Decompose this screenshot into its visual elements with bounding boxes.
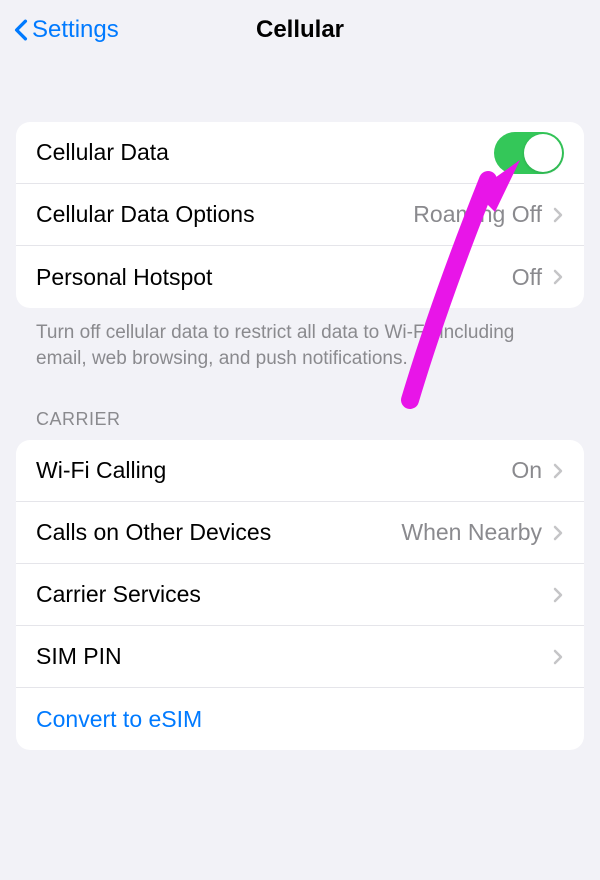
back-button[interactable]: Settings	[12, 16, 119, 44]
cellular-data-toggle[interactable]	[494, 132, 564, 174]
row-carrier-services[interactable]: Carrier Services	[16, 564, 584, 626]
group-footer-text: Turn off cellular data to restrict all d…	[16, 308, 584, 371]
chevron-right-icon	[552, 524, 564, 542]
section-header-carrier: CARRIER	[16, 371, 584, 440]
row-label: Carrier Services	[36, 581, 552, 608]
row-label: Cellular Data Options	[36, 201, 413, 228]
row-wifi-calling[interactable]: Wi-Fi Calling On	[16, 440, 584, 502]
content: Cellular Data Cellular Data Options Roam…	[0, 122, 600, 750]
row-value: When Nearby	[401, 519, 542, 546]
back-label: Settings	[32, 16, 119, 44]
row-label: SIM PIN	[36, 643, 552, 670]
row-value: On	[511, 457, 542, 484]
toggle-knob	[524, 134, 562, 172]
chevron-right-icon	[552, 206, 564, 224]
row-label: Calls on Other Devices	[36, 519, 401, 546]
row-label: Wi-Fi Calling	[36, 457, 511, 484]
row-cellular-data[interactable]: Cellular Data	[16, 122, 584, 184]
row-cellular-data-options[interactable]: Cellular Data Options Roaming Off	[16, 184, 584, 246]
group-cellular: Cellular Data Cellular Data Options Roam…	[16, 122, 584, 308]
group-carrier: Wi-Fi Calling On Calls on Other Devices …	[16, 440, 584, 750]
row-sim-pin[interactable]: SIM PIN	[16, 626, 584, 688]
row-personal-hotspot[interactable]: Personal Hotspot Off	[16, 246, 584, 308]
navigation-bar: Settings Cellular	[0, 0, 600, 60]
chevron-right-icon	[552, 462, 564, 480]
row-label: Personal Hotspot	[36, 264, 512, 291]
row-convert-esim[interactable]: Convert to eSIM	[16, 688, 584, 750]
chevron-right-icon	[552, 586, 564, 604]
row-calls-other-devices[interactable]: Calls on Other Devices When Nearby	[16, 502, 584, 564]
row-label: Cellular Data	[36, 139, 494, 166]
chevron-left-icon	[12, 16, 30, 44]
row-value: Off	[512, 264, 542, 291]
row-label: Convert to eSIM	[36, 706, 564, 733]
chevron-right-icon	[552, 268, 564, 286]
chevron-right-icon	[552, 648, 564, 666]
row-value: Roaming Off	[413, 201, 542, 228]
